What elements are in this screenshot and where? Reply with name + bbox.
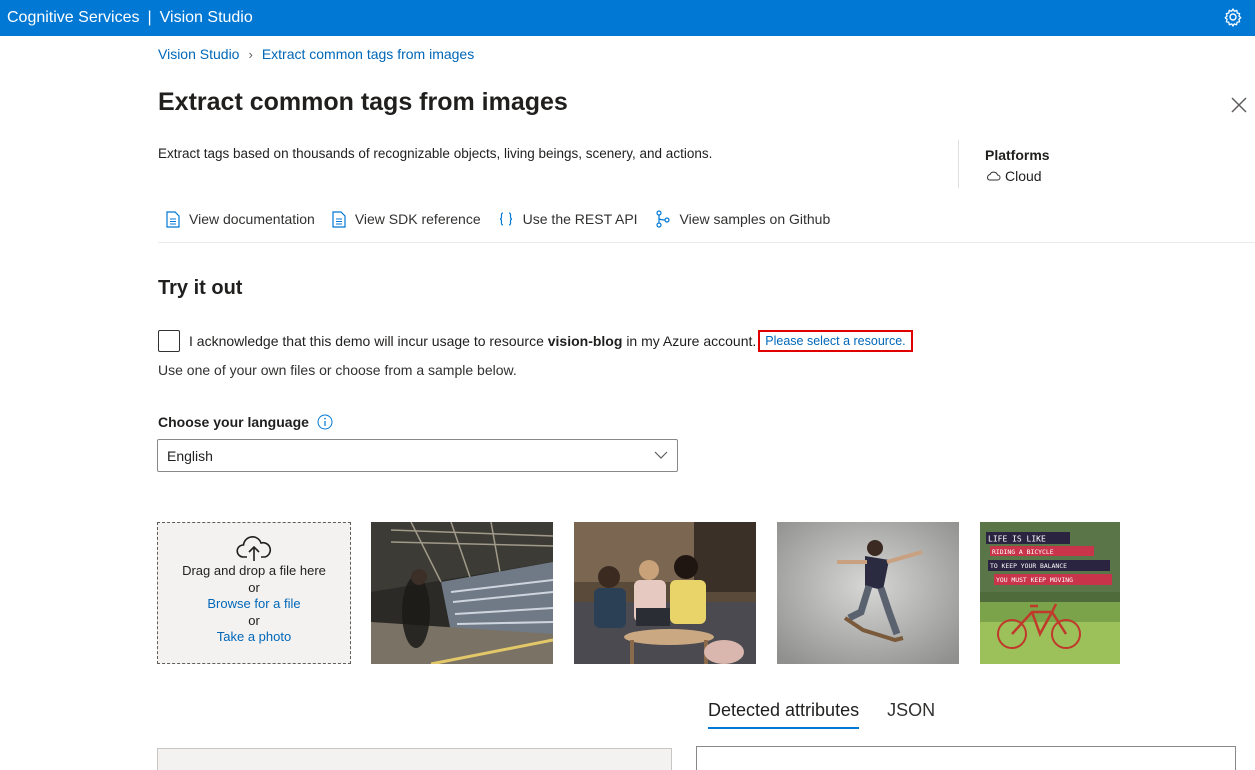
acknowledge-text-prefix: I acknowledge that this demo will incur …: [189, 333, 544, 349]
document-icon: [166, 210, 180, 228]
gear-icon[interactable]: [1223, 7, 1243, 27]
top-bar: Cognitive Services | Vision Studio: [0, 0, 1255, 36]
breadcrumb-home[interactable]: Vision Studio: [158, 46, 239, 62]
platforms-panel: Platforms Cloud: [958, 140, 1050, 188]
page-description: Extract tags based on thousands of recog…: [158, 146, 713, 161]
view-documentation-label: View documentation: [189, 211, 315, 227]
view-sdk-reference-label: View SDK reference: [354, 211, 481, 227]
sample-image-people-meeting[interactable]: [574, 522, 756, 664]
braces-icon: [499, 212, 512, 226]
try-it-out-heading: Try it out: [158, 277, 243, 299]
acknowledge-row: I acknowledge that this demo will incur …: [158, 330, 913, 352]
service-name: Cognitive Services: [7, 9, 140, 26]
sample-image-bicycle-sign[interactable]: LIFE IS LIKE RIDING A BICYCLE TO KEEP YO…: [980, 522, 1120, 664]
platform-value: Cloud: [985, 168, 1050, 184]
resource-name: vision-blog: [547, 333, 623, 349]
sample-sign-line-1: LIFE IS LIKE: [988, 535, 1046, 544]
result-tabs: Detected attributes JSON: [708, 700, 963, 729]
chevron-down-icon: [654, 451, 668, 459]
acknowledge-text-suffix: in my Azure account.: [626, 333, 757, 349]
drag-drop-text: Drag and drop a file here: [182, 563, 326, 578]
cloud-icon: [987, 171, 1001, 181]
view-sdk-reference-link[interactable]: View SDK reference: [332, 210, 481, 228]
page-title: Extract common tags from images: [158, 88, 568, 116]
breadcrumb: Vision Studio › Extract common tags from…: [158, 46, 474, 62]
info-icon[interactable]: [317, 414, 333, 430]
use-rest-api-label: Use the REST API: [522, 211, 638, 227]
view-documentation-link[interactable]: View documentation: [166, 210, 315, 228]
use-rest-api-link[interactable]: Use the REST API: [498, 211, 638, 227]
platform-cloud-label: Cloud: [1005, 168, 1042, 184]
language-selected-value: English: [167, 447, 213, 464]
app-name: Vision Studio: [159, 9, 253, 26]
sample-sign-line-4: YOU MUST KEEP MOVING: [996, 576, 1073, 584]
close-icon[interactable]: [1230, 96, 1248, 114]
cloud-upload-icon: [236, 536, 272, 561]
tab-json[interactable]: JSON: [887, 700, 935, 729]
view-samples-github-link[interactable]: View samples on Github: [655, 210, 831, 228]
results-panel: [696, 746, 1236, 770]
language-label: Choose your language: [158, 414, 333, 430]
or-text: or: [248, 579, 260, 595]
sample-image-skateboarder[interactable]: [777, 522, 959, 664]
image-preview-panel: [157, 748, 672, 770]
brand-separator: |: [147, 9, 152, 26]
chevron-right-icon: ›: [248, 46, 253, 62]
document-icon: [332, 210, 346, 228]
breadcrumb-current[interactable]: Extract common tags from images: [262, 46, 474, 62]
language-label-text: Choose your language: [158, 414, 309, 430]
branch-icon: [655, 210, 670, 228]
language-select[interactable]: English: [157, 439, 678, 472]
resource-links: View documentation View SDK reference Us…: [166, 210, 847, 228]
browse-file-link[interactable]: Browse for a file: [207, 596, 300, 613]
sample-sign-line-2: RIDING A BICYCLE: [992, 548, 1054, 556]
or-text: or: [248, 612, 260, 628]
section-divider: [158, 242, 1255, 243]
file-dropzone[interactable]: Drag and drop a file here or Browse for …: [157, 522, 351, 664]
sample-sign-line-3: TO KEEP YOUR BALANCE: [990, 562, 1067, 570]
take-photo-link[interactable]: Take a photo: [217, 629, 291, 646]
view-samples-github-label: View samples on Github: [679, 211, 831, 227]
select-resource-link[interactable]: Please select a resource.: [758, 330, 913, 352]
acknowledge-checkbox[interactable]: [158, 330, 180, 352]
platforms-title: Platforms: [985, 147, 1050, 163]
sample-image-train-station[interactable]: [371, 522, 553, 664]
brand[interactable]: Cognitive Services | Vision Studio: [0, 9, 253, 27]
use-files-hint: Use one of your own files or choose from…: [158, 362, 517, 378]
tab-detected-attributes[interactable]: Detected attributes: [708, 700, 860, 729]
